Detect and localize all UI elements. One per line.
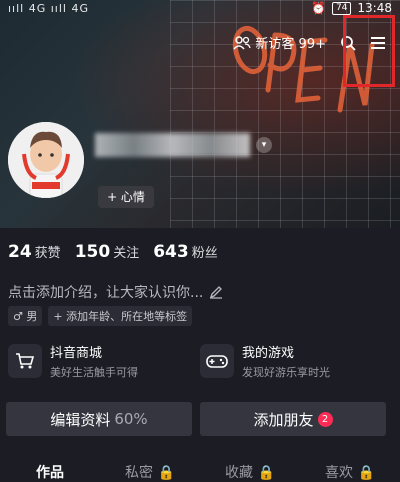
status-time: 13:48 — [357, 1, 392, 15]
visitors-button[interactable]: 新访客 99+ — [233, 33, 326, 52]
game-card[interactable]: 我的游戏 发现好游乐享时光 — [200, 342, 392, 380]
mood-button[interactable]: + 心情 — [98, 186, 154, 208]
alarm-icon: ⏰ — [311, 1, 326, 15]
tab-likes[interactable]: 喜欢 🔒 — [300, 462, 400, 482]
tab-works[interactable]: 作品 — [0, 462, 100, 482]
action-buttons: 编辑资料 60% 添加朋友 2 — [6, 402, 386, 436]
tab-favorites[interactable]: 收藏 🔒 — [200, 462, 300, 482]
visitors-icon — [233, 35, 252, 50]
bio-placeholder: 点击添加介绍，让大家认识你... — [8, 285, 204, 301]
cart-icon — [8, 344, 42, 378]
profile-completion: 60% — [114, 410, 148, 428]
edit-profile-button[interactable]: 编辑资料 60% — [6, 402, 192, 436]
stat-followers[interactable]: 643 粉丝 — [153, 242, 218, 262]
bio-field[interactable]: 点击添加介绍，让大家认识你... — [8, 282, 223, 302]
friend-request-badge: 2 — [317, 411, 333, 427]
avatar[interactable] — [8, 122, 84, 198]
signal-indicator: ııll 4G ııll 4G — [8, 2, 89, 15]
shop-card[interactable]: 抖音商城 美好生活触手可得 — [8, 342, 200, 380]
username-blurred — [95, 133, 250, 157]
add-friend-button[interactable]: 添加朋友 2 — [200, 402, 386, 436]
chevron-down-icon[interactable]: ▾ — [256, 137, 272, 153]
stat-following[interactable]: 150 关注 — [75, 242, 140, 262]
battery-icon: 74 — [331, 1, 352, 15]
content-tabs: 作品 私密 🔒 收藏 🔒 喜欢 🔒 — [0, 462, 400, 482]
gamepad-icon — [200, 344, 234, 378]
add-tags-button[interactable]: + 添加年龄、所在地等标签 — [48, 306, 193, 326]
status-bar: ııll 4G ııll 4G ⏰ 74 13:48 — [0, 0, 400, 18]
tab-private[interactable]: 私密 🔒 — [100, 462, 200, 482]
visitors-label: 新访客 99+ — [255, 37, 326, 52]
gender-tag[interactable]: ♂ 男 — [8, 306, 43, 326]
menu-highlight-box — [343, 15, 395, 87]
feature-cards: 抖音商城 美好生活触手可得 我的游戏 发现好游乐享时光 — [8, 342, 392, 380]
edit-pencil-icon — [210, 286, 223, 299]
avatar-image — [8, 122, 84, 198]
profile-tags: ♂ 男 + 添加年龄、所在地等标签 — [8, 306, 193, 326]
stat-likes[interactable]: 24 获赞 — [8, 242, 61, 262]
profile-stats: 24 获赞 150 关注 643 粉丝 — [8, 242, 218, 262]
